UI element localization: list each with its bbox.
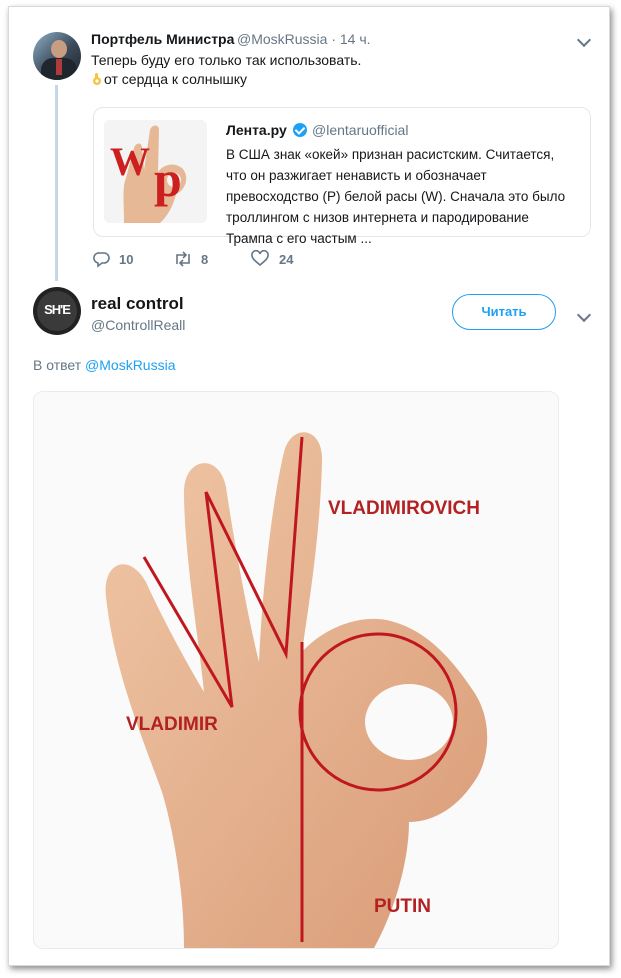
label-vladimir: VLADIMIR	[126, 714, 218, 735]
tweet-text-line2-label: от сердца к солнышку	[104, 71, 248, 87]
reply-count: 10	[119, 252, 134, 267]
quoted-tweet[interactable]: W p Лента.ру @lentaruofficial В США знак…	[93, 107, 591, 246]
reply-icon	[93, 252, 110, 268]
like-count: 24	[279, 252, 294, 267]
thumb-letter-w: W	[110, 139, 150, 184]
quote-text: В США знак «окей» признан расистским. Сч…	[226, 147, 566, 246]
ok-hand-icon	[91, 72, 103, 86]
author-name[interactable]: Портфель Министра	[91, 31, 234, 47]
avatar-logo: SH'E	[44, 302, 71, 317]
quote-author-label: Лента.ру	[226, 122, 287, 138]
label-vladimirovich: VLADIMIROVICH	[328, 498, 480, 519]
thread-line	[55, 85, 58, 281]
author-handle[interactable]: @ControllReall	[91, 317, 185, 333]
retweet-count: 8	[201, 252, 209, 267]
quote-author-handle[interactable]: @lentaruofficial	[312, 122, 408, 138]
tweet-text-line2: от сердца к солнышку	[91, 70, 247, 89]
ok-hand-image	[34, 392, 558, 948]
follow-button[interactable]: Читать	[452, 294, 556, 330]
retweet-icon	[176, 251, 190, 267]
screenshot-frame: Портфель Министра @MoskRussia · 14 ч. Те…	[8, 6, 610, 966]
chevron-down-icon[interactable]	[576, 32, 592, 48]
label-putin: PUTIN	[374, 896, 431, 917]
quote-thumbnail[interactable]: W p	[104, 120, 207, 223]
author-handle[interactable]: @MoskRussia · 14 ч.	[237, 31, 371, 47]
chevron-down-icon[interactable]	[576, 307, 592, 323]
thumb-letter-p: p	[154, 151, 182, 207]
avatar[interactable]	[33, 32, 81, 80]
quote-author-name[interactable]: Лента.ру	[226, 122, 287, 138]
heart-icon	[251, 250, 269, 267]
tweet-text-line1: Теперь буду его только так использовать.	[91, 52, 362, 68]
verified-badge-icon	[293, 123, 307, 137]
tweet-image[interactable]: VLADIMIROVICH VLADIMIR PUTIN	[33, 391, 559, 949]
reply-context: В ответ @MoskRussia	[33, 357, 175, 373]
author-name[interactable]: real control	[91, 294, 184, 314]
reply-mention-link[interactable]: @MoskRussia	[85, 357, 175, 373]
avatar[interactable]: SH'E	[33, 287, 81, 335]
reply-prefix: В ответ	[33, 357, 82, 373]
